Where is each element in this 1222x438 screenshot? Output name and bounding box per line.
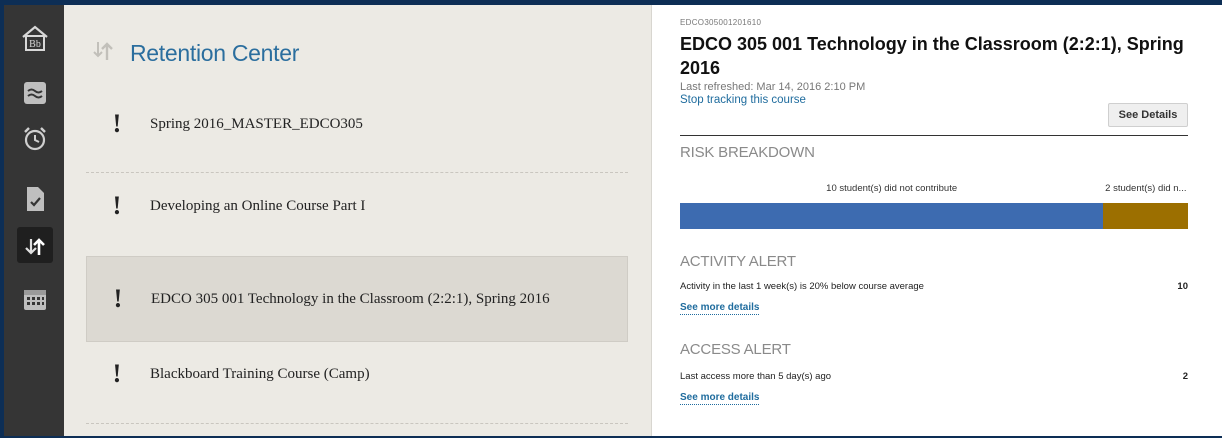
calendar-icon[interactable]: [17, 281, 53, 317]
stop-tracking-link[interactable]: Stop tracking this course: [680, 94, 806, 106]
course-name: Blackboard Training Course (Camp): [150, 365, 370, 382]
course-name: Spring 2016_MASTER_EDCO305: [150, 115, 363, 132]
retention-center-icon[interactable]: [17, 227, 53, 263]
retention-center-header: Retention Center: [90, 33, 299, 73]
course-name: EDCO 305 001 Technology in the Classroom…: [151, 290, 550, 307]
access-alert-count: 2: [1182, 371, 1188, 382]
risk-flag-icon: !: [112, 109, 122, 138]
blackboard-home-icon[interactable]: Bb: [17, 21, 53, 57]
risk-segment[interactable]: [680, 203, 1104, 229]
see-details-button[interactable]: See Details: [1108, 103, 1188, 127]
divider: [86, 423, 628, 424]
risk-flag-icon: !: [112, 191, 122, 220]
last-refreshed: Last refreshed: Mar 14, 2016 2:10 PM: [680, 81, 866, 93]
risk-breakdown-heading: RISK BREAKDOWN: [680, 144, 815, 161]
course-name: Developing an Online Course Part I: [150, 197, 366, 214]
course-code: EDCO305001201610: [680, 18, 762, 27]
risk-flag-icon: !: [112, 359, 122, 388]
access-see-more-link[interactable]: See more details: [680, 392, 760, 405]
risk-segment[interactable]: [1103, 203, 1188, 229]
page-title: Retention Center: [130, 39, 300, 66]
course-list-item[interactable]: ! Blackboard Training Course (Camp): [86, 351, 628, 397]
risk-breakdown-bar[interactable]: [680, 203, 1188, 229]
activity-alert-text: Activity in the last 1 week(s) is 20% be…: [680, 281, 924, 292]
course-list-item[interactable]: ! Spring 2016_MASTER_EDCO305: [86, 101, 628, 147]
divider: [86, 172, 628, 173]
activity-see-more-link[interactable]: See more details: [680, 302, 760, 315]
access-alert-heading: ACCESS ALERT: [680, 341, 791, 358]
alarm-clock-icon[interactable]: [17, 121, 53, 157]
left-nav: Bb: [4, 5, 64, 436]
course-list-item[interactable]: ! Developing an Online Course Part I: [86, 183, 628, 229]
activity-alert-heading: ACTIVITY ALERT: [680, 253, 796, 270]
access-alert-text: Last access more than 5 day(s) ago: [680, 371, 832, 382]
risk-flag-icon: !: [113, 284, 123, 313]
home-badge: Bb: [29, 39, 41, 50]
course-title: EDCO 305 001 Technology in the Classroom…: [680, 34, 1184, 78]
risk-segment-label: 10 student(s) did not contribute: [826, 183, 958, 194]
risk-segment-label: 2 student(s) did n...: [1105, 183, 1187, 194]
divider: [680, 135, 1188, 136]
grades-check-icon[interactable]: [17, 181, 53, 217]
retention-center-pane: Retention Center ! Spring 2016_MASTER_ED…: [64, 5, 652, 436]
waves-icon[interactable]: [17, 75, 53, 111]
retention-arrows-icon: [90, 38, 116, 69]
activity-alert-count: 10: [1177, 281, 1188, 292]
course-list-item-selected[interactable]: ! EDCO 305 001 Technology in the Classro…: [86, 256, 628, 342]
course-detail-pane: EDCO305001201610 EDCO 305 001 Technology…: [652, 5, 1222, 436]
